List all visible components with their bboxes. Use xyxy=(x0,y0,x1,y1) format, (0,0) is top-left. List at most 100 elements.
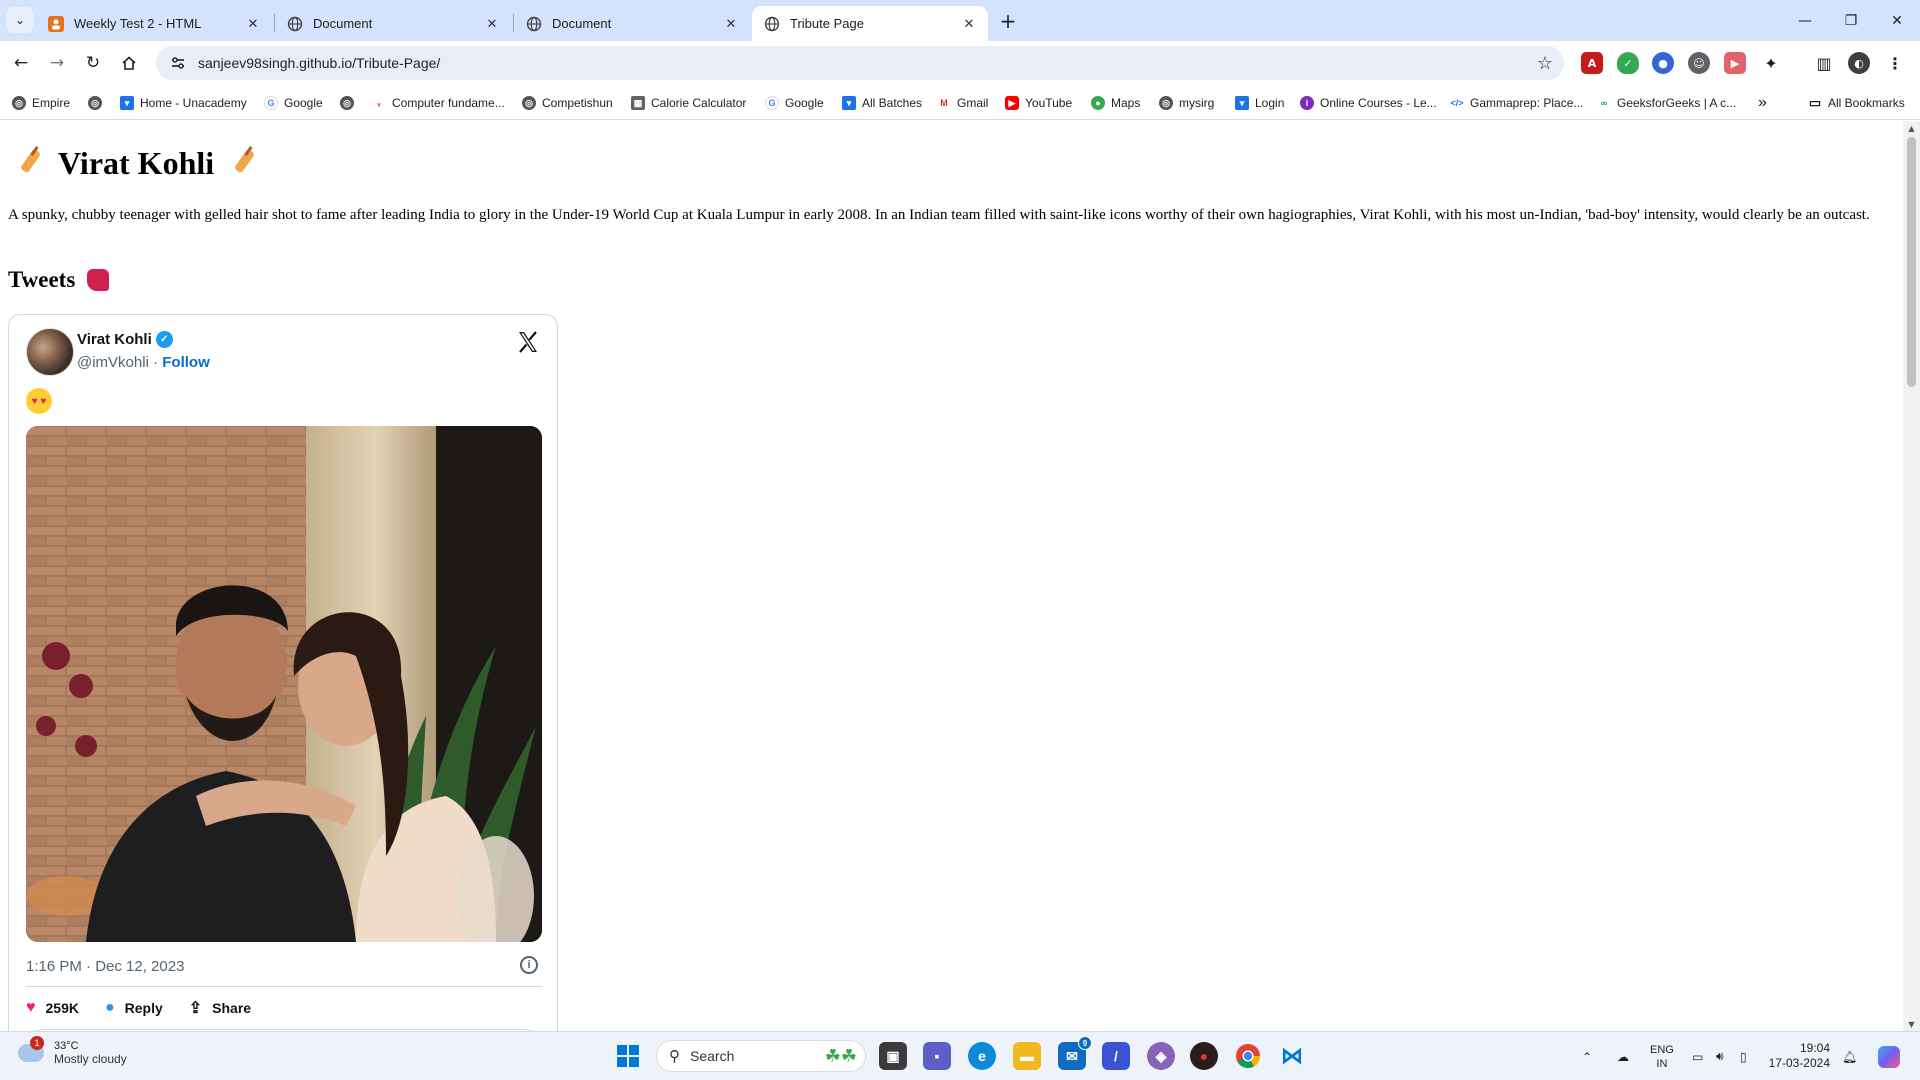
video-extension-icon[interactable]: ▶ xyxy=(1724,52,1746,74)
close-window-icon[interactable]: ✕ xyxy=(1874,0,1920,41)
tab-close-icon[interactable]: ✕ xyxy=(483,15,501,33)
vertical-scrollbar[interactable]: ▲ ▼ xyxy=(1903,121,1920,1031)
tab-tribute-page[interactable]: Tribute Page ✕ xyxy=(752,6,988,41)
tab-search-chevron-icon[interactable]: ⌄ xyxy=(6,7,34,33)
globe-icon: ◎ xyxy=(522,96,536,110)
bookmark-login[interactable]: ▾ Login xyxy=(1235,93,1284,113)
bookmark-competishun[interactable]: ◎ Competishun xyxy=(522,93,613,113)
new-tab-button[interactable]: + xyxy=(994,8,1022,34)
tab-weekly-test[interactable]: Weekly Test 2 - HTML ✕ xyxy=(36,6,272,41)
tweet-timestamp[interactable]: 1:16 PM · Dec 12, 2023 xyxy=(26,958,184,975)
bookmark-star-icon[interactable]: ☆ xyxy=(1530,48,1560,78)
back-arrow-icon[interactable]: ← xyxy=(6,48,36,78)
profile-avatar[interactable]: ◐ xyxy=(1848,52,1870,74)
scroll-down-arrow-icon[interactable]: ▼ xyxy=(1903,1017,1920,1031)
tweet-divider xyxy=(26,986,542,987)
bookmark-computer-fundamentals[interactable]: ᵥ Computer fundame... xyxy=(372,93,505,113)
scroll-up-arrow-icon[interactable]: ▲ xyxy=(1903,121,1920,135)
profile-extension-icon[interactable]: ☺ xyxy=(1688,52,1710,74)
bookmark-mysirg[interactable]: ◎ mysirg xyxy=(1159,93,1214,113)
edge-icon[interactable]: e xyxy=(968,1042,996,1070)
tab-close-icon[interactable]: ✕ xyxy=(722,15,740,33)
extensions-puzzle-icon[interactable]: ✦ xyxy=(1760,52,1782,74)
scrollbar-thumb[interactable] xyxy=(1907,137,1916,387)
address-bar[interactable]: sanjeev98singh.github.io/Tribute-Page/ ☆ xyxy=(156,46,1564,80)
follow-link[interactable]: Follow xyxy=(162,354,210,371)
copilot-icon[interactable]: ◈ xyxy=(1147,1042,1175,1070)
weather-widget[interactable]: 1 33°C Mostly cloudy xyxy=(18,1036,127,1066)
volume-icon[interactable]: 🔊︎ xyxy=(1716,1032,1724,1080)
reply-button[interactable]: ● Reply xyxy=(105,999,163,1017)
tweet-card[interactable]: Virat Kohli ✓ @imVkohli · Follow ♥ ♥ 1:1… xyxy=(8,314,558,1031)
vscode-icon[interactable]: ⋈ xyxy=(1278,1042,1306,1070)
site-settings-icon[interactable] xyxy=(168,53,188,73)
battery-icon[interactable]: ▯ xyxy=(1740,1032,1747,1080)
restore-icon[interactable]: ❐ xyxy=(1828,0,1874,41)
bookmark-maps[interactable]: ● Maps xyxy=(1091,93,1140,113)
taskbar-search-box[interactable]: ⚲ Search ☘☘ xyxy=(656,1040,866,1072)
task-view-icon[interactable]: ▣ xyxy=(879,1042,907,1070)
all-bookmarks-button[interactable]: ▭ All Bookmarks xyxy=(1808,93,1905,113)
bookmark-geeksforgeeks[interactable]: ∞ GeeksforGeeks | A c... xyxy=(1597,93,1736,113)
acrobat-extension-icon[interactable]: A xyxy=(1581,52,1603,74)
bookmark-google-2[interactable]: G Google xyxy=(765,93,824,113)
like-button[interactable]: ♥ 259K xyxy=(26,999,79,1017)
chrome-icon[interactable] xyxy=(1234,1042,1262,1070)
bookmark-globe-2[interactable]: ◎ xyxy=(340,93,360,113)
bio-paragraph: A spunky, chubby teenager with gelled ha… xyxy=(8,207,1870,223)
unacademy-icon: ▾ xyxy=(1235,96,1249,110)
bookmark-calorie-calculator[interactable]: ▦ Calorie Calculator xyxy=(631,93,746,113)
x-logo-icon[interactable] xyxy=(515,329,541,355)
forward-arrow-icon[interactable]: → xyxy=(42,48,72,78)
tab-document-2[interactable]: Document ✕ xyxy=(514,6,750,41)
shield-extension-icon[interactable]: ✓ xyxy=(1617,52,1639,74)
network-icon[interactable]: ▭ xyxy=(1692,1032,1703,1080)
copilot-tray-icon[interactable] xyxy=(1878,1032,1900,1080)
browser-extension-icon[interactable]: ● xyxy=(1652,52,1674,74)
notification-bell-icon[interactable]: 🔔︎ xyxy=(1842,1032,1857,1080)
file-explorer-icon[interactable]: ▬ xyxy=(1013,1042,1041,1070)
home-icon[interactable] xyxy=(114,48,144,78)
tab-title: Document xyxy=(552,16,612,31)
bookmark-empire[interactable]: ◎ Empire xyxy=(12,93,70,113)
system-clock[interactable]: 19:04 17-03-2024 xyxy=(1758,1041,1830,1071)
language-indicator[interactable]: ENG IN xyxy=(1650,1032,1674,1080)
bookmark-gmail[interactable]: M Gmail xyxy=(937,93,988,113)
code-icon: </> xyxy=(1450,96,1464,110)
bookmark-online-courses[interactable]: i Online Courses - Le... xyxy=(1300,93,1437,113)
windows-taskbar: 1 33°C Mostly cloudy ⚲ Search ☘☘ ▣ ▪ e ▬… xyxy=(0,1031,1920,1080)
url-text[interactable]: sanjeev98singh.github.io/Tribute-Page/ xyxy=(198,55,1530,71)
tab-document-1[interactable]: Document ✕ xyxy=(275,6,511,41)
reload-icon[interactable]: ↻ xyxy=(78,48,108,78)
onedrive-cloud-icon[interactable]: ☁ xyxy=(1617,1032,1629,1080)
search-placeholder: Search xyxy=(690,1048,735,1064)
share-button[interactable]: ⇪ Share xyxy=(189,998,251,1018)
bookmark-youtube[interactable]: ▶ YouTube xyxy=(1005,93,1072,113)
tab-close-icon[interactable]: ✕ xyxy=(244,15,262,33)
media-player-icon[interactable]: ● xyxy=(1190,1042,1218,1070)
heart-icon: ♥ xyxy=(26,999,36,1016)
bookmark-globe[interactable]: ◎ xyxy=(88,93,108,113)
bookmarks-overflow-icon[interactable]: » xyxy=(1758,93,1767,113)
bookmark-gammaprep[interactable]: </> Gammaprep: Place... xyxy=(1450,93,1583,113)
tray-overflow-icon[interactable]: ⌃ xyxy=(1582,1032,1592,1080)
bookmark-unacademy[interactable]: ▾ Home - Unacademy xyxy=(120,93,247,113)
info-icon[interactable]: i xyxy=(520,956,538,974)
unacademy-red-icon: ᵥ xyxy=(372,96,386,110)
tweet-author-name[interactable]: Virat Kohli ✓ xyxy=(77,331,173,348)
menu-kebab-icon[interactable]: ⋮ xyxy=(1884,52,1906,74)
notification-badge: 1 xyxy=(30,1036,44,1050)
side-panel-icon[interactable]: ▥ xyxy=(1813,52,1835,74)
app-icon[interactable]: / xyxy=(1102,1042,1130,1070)
mail-icon[interactable]: ✉ 9 xyxy=(1058,1036,1092,1070)
tab-close-icon[interactable]: ✕ xyxy=(960,15,978,33)
bookmark-google-1[interactable]: G Google xyxy=(264,93,323,113)
tweet-photo[interactable] xyxy=(26,426,542,942)
windows-start-icon[interactable] xyxy=(614,1042,642,1070)
minimize-icon[interactable]: — xyxy=(1782,0,1828,41)
teams-chat-icon[interactable]: ▪ xyxy=(923,1042,951,1070)
mail-badge: 9 xyxy=(1078,1036,1092,1050)
bookmark-all-batches[interactable]: ▾ All Batches xyxy=(842,93,922,113)
avatar[interactable] xyxy=(26,328,74,376)
heart-eyes-emoji-icon: ♥ ♥ xyxy=(26,388,52,414)
